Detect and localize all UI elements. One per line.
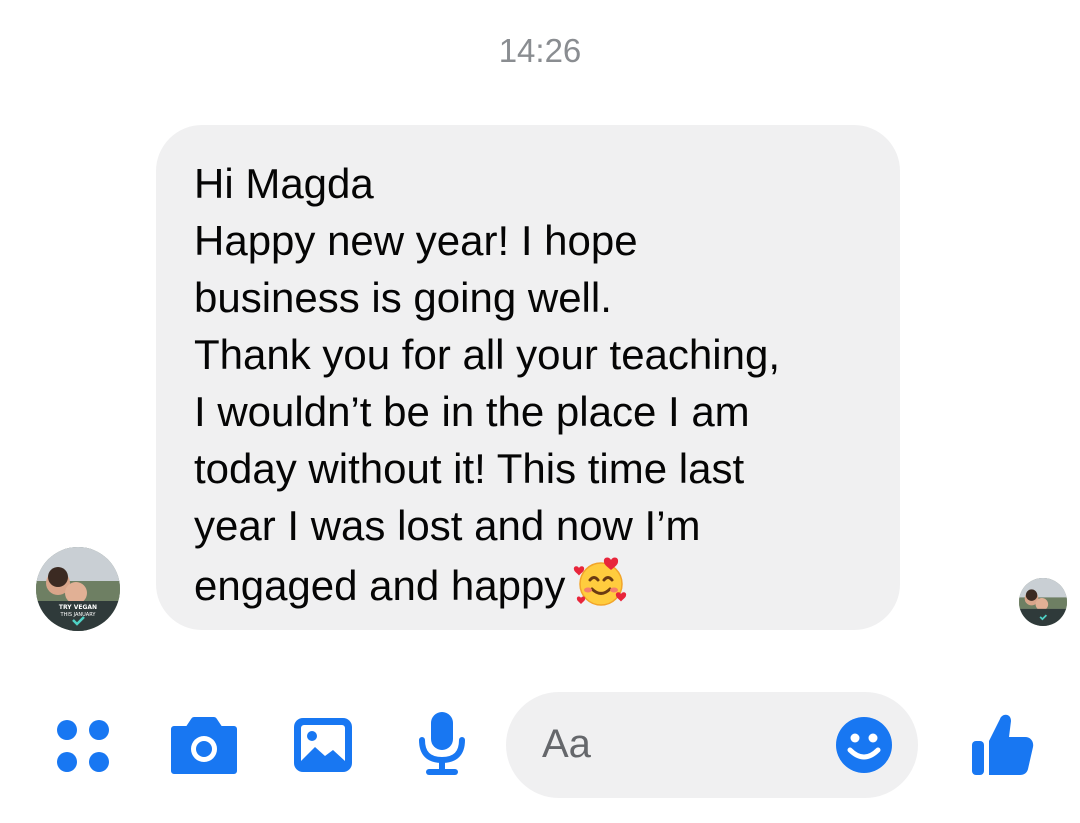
message-line-text: engaged and happy: [194, 562, 566, 609]
message-line: business is going well.: [194, 274, 612, 321]
image-icon[interactable]: [292, 716, 354, 774]
microphone-icon[interactable]: [416, 710, 468, 778]
message-line: Happy new year! I hope: [194, 217, 638, 264]
message-line: Thank you for all your teaching,: [194, 331, 780, 378]
smiling-face-with-hearts-icon: [574, 557, 627, 606]
svg-text:TRY VEGAN: TRY VEGAN: [59, 604, 97, 611]
timestamp: 14:26: [498, 32, 582, 69]
seen-avatar-photo: [1019, 578, 1067, 626]
message-line: year I was lost and now I’m: [194, 502, 701, 549]
message-line: today without it! This time last: [194, 445, 745, 492]
message-bubble[interactable]: Hi Magda Happy new year! I hope business…: [156, 125, 900, 630]
thumbs-up-icon[interactable]: [970, 711, 1034, 777]
sender-avatar[interactable]: TRY VEGAN THIS JANUARY: [36, 547, 120, 631]
seen-avatar: [1019, 578, 1067, 626]
menu-dots-icon[interactable]: [54, 716, 114, 776]
message-line: Hi Magda: [194, 160, 374, 207]
svg-text:THIS JANUARY: THIS JANUARY: [60, 612, 97, 618]
message-line-last: engaged and happy: [194, 554, 880, 614]
message-input[interactable]: Aa: [506, 692, 918, 798]
avatar-photo: TRY VEGAN THIS JANUARY: [36, 547, 120, 631]
message-input-placeholder: Aa: [542, 722, 591, 766]
message-line: I wouldn’t be in the place I am: [194, 388, 750, 435]
camera-icon[interactable]: [170, 713, 238, 775]
emoji-icon[interactable]: [835, 716, 893, 774]
